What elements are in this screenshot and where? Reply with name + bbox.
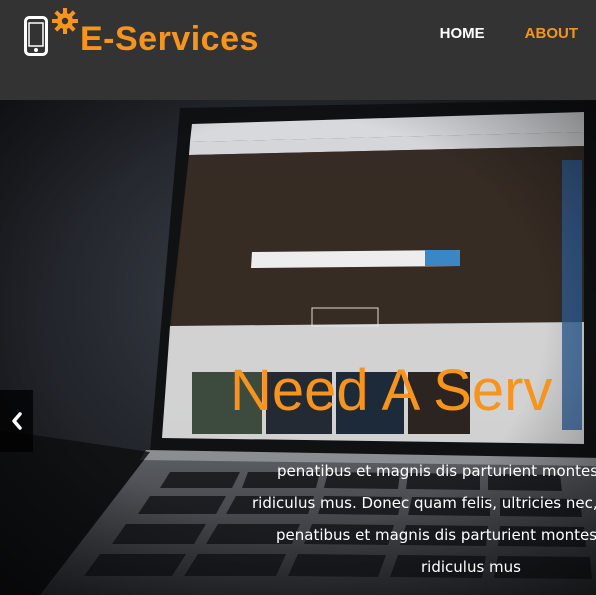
brand-name: E-Services xyxy=(80,20,259,58)
hero-description: penatibus et magnis dis parturient monte… xyxy=(0,462,596,592)
site-header: E-Services HOME ABOUT xyxy=(0,0,596,100)
hero-description-line: ridiculus mus. Donec quam felis, ultrici… xyxy=(252,494,596,512)
nav-item-home[interactable]: HOME xyxy=(418,25,503,45)
hero-slider: Need A Serv penatibus et magnis dis part… xyxy=(0,100,596,595)
gear-icon xyxy=(52,8,78,34)
slider-prev-button[interactable] xyxy=(0,390,33,452)
mobile-phone-icon xyxy=(24,16,48,56)
chevron-left-icon xyxy=(11,412,22,430)
hero-description-line: penatibus et magnis dis parturient monte… xyxy=(277,462,596,480)
hero-description-line: ridiculus mus xyxy=(421,558,521,576)
nav-item-about[interactable]: ABOUT xyxy=(503,25,596,45)
main-nav: HOME ABOUT xyxy=(418,25,596,45)
page: E-Services HOME ABOUT Need A Serv penati… xyxy=(0,0,596,595)
hero-headline: Need A Serv xyxy=(230,358,553,423)
brand-logo[interactable]: E-Services xyxy=(24,8,324,68)
hero-description-line: penatibus et magnis dis parturient monte… xyxy=(276,526,596,544)
